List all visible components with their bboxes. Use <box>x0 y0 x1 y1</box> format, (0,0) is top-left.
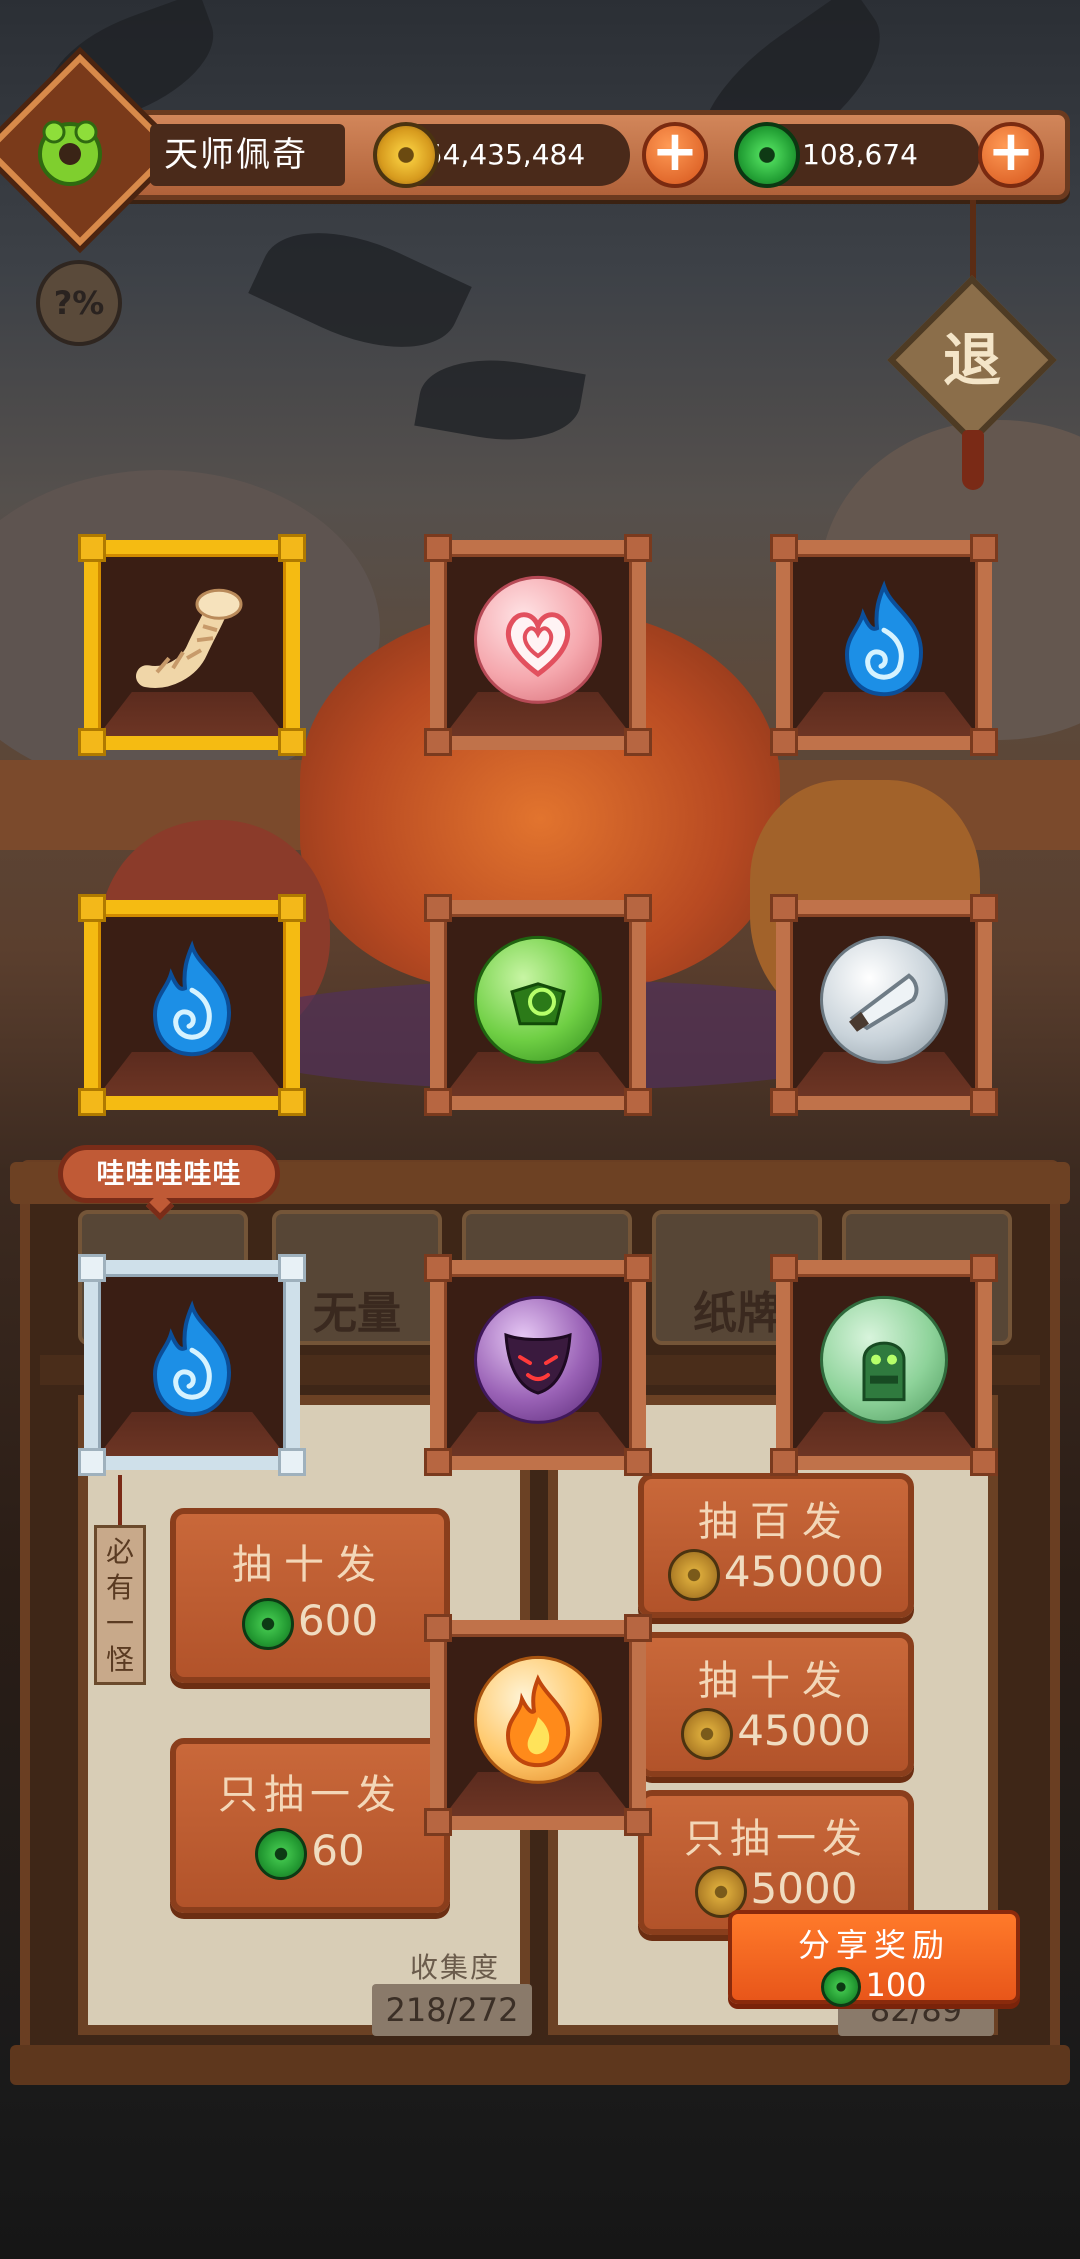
jade-coin-icon <box>821 1967 862 2007</box>
player-name: 天师佩奇 <box>150 124 345 186</box>
gold-draw-ten-price: 45000 <box>737 1706 871 1755</box>
gold-draw-ten-price-row: 45000 <box>644 1706 908 1760</box>
gold-draw-hundred-label: 抽百发 <box>698 1499 854 1545</box>
jade-draw-one-price: 60 <box>311 1826 365 1875</box>
jade-draw-ten-button[interactable]: 抽十发 600 <box>170 1508 450 1683</box>
exit-tassel <box>962 430 984 490</box>
jade-coin-icon <box>734 122 800 188</box>
share-reward-button[interactable]: 分享奖励 100 <box>728 1910 1020 2007</box>
cabinet-bottom-beam <box>10 2045 1070 2085</box>
reward-slot[interactable] <box>78 894 306 1116</box>
reward-slot[interactable] <box>770 894 998 1116</box>
jade-draw-one-label: 只抽一发 <box>218 1772 402 1818</box>
reward-slot[interactable] <box>424 1254 652 1476</box>
reward-slot[interactable] <box>424 1614 652 1836</box>
add-jade-button[interactable]: + <box>978 122 1044 188</box>
reward-slot[interactable] <box>424 894 652 1116</box>
gold-draw-hundred-price: 450000 <box>723 1547 885 1596</box>
game-screen: { "header": { "player_name": "天师佩奇", "go… <box>0 0 1080 2259</box>
jade-amulet-icon <box>38 120 102 186</box>
gold-coin-icon <box>373 122 439 188</box>
reward-slot[interactable] <box>770 1254 998 1476</box>
gold-coin-icon <box>667 1548 720 1601</box>
jade-coin-icon <box>241 1597 294 1650</box>
reward-slot[interactable] <box>78 1254 306 1476</box>
fire-orb-icon <box>430 1620 646 1830</box>
leaf-decoration <box>414 346 586 454</box>
odds-info-button[interactable]: ?% <box>36 260 122 346</box>
purple-mask-orb-icon <box>430 1260 646 1470</box>
blue-flame-icon <box>84 1260 300 1470</box>
collection-label: 收集度 <box>409 1951 500 1984</box>
gold-draw-one-price: 5000 <box>750 1864 858 1913</box>
share-reward-label: 分享奖励 <box>797 1926 950 1964</box>
gold-draw-ten-button[interactable]: 抽十发 45000 <box>638 1632 914 1777</box>
jade-draw-one-button[interactable]: 只抽一发 60 <box>170 1738 450 1913</box>
exit-label[interactable]: 退 <box>912 318 1032 402</box>
jade-idol-orb-icon <box>776 1260 992 1470</box>
jade-draw-one-price-row: 60 <box>176 1826 444 1880</box>
reward-slot[interactable] <box>78 534 306 756</box>
share-reward-amount: 100 <box>865 1966 927 2004</box>
gold-coin-icon <box>681 1707 734 1760</box>
blue-flame-icon <box>776 540 992 750</box>
gold-draw-hundred-price-row: 450000 <box>644 1547 908 1601</box>
gold-draw-one-label: 只抽一发 <box>684 1816 868 1862</box>
speech-bubble: 哇哇哇哇哇 <box>58 1145 280 1203</box>
add-gold-button[interactable]: + <box>642 122 708 188</box>
tag-string <box>118 1475 122 1527</box>
heart-candy-orb-icon <box>430 540 646 750</box>
guarantee-tag: 必有一怪 <box>94 1525 146 1685</box>
jade-coin-icon <box>255 1827 308 1880</box>
silver-blade-orb-icon <box>776 900 992 1110</box>
gold-draw-hundred-button[interactable]: 抽百发 450000 <box>638 1473 914 1618</box>
collection-count-jade: 218/272 <box>372 1984 532 2036</box>
bandaged-bone-icon <box>84 540 300 750</box>
share-reward-amount-row: 100 <box>732 1966 1016 2007</box>
jade-draw-ten-label: 抽十发 <box>232 1542 388 1588</box>
green-jade-orb-icon <box>430 900 646 1110</box>
jade-draw-ten-price: 600 <box>297 1596 379 1645</box>
reward-slot[interactable] <box>424 534 652 756</box>
gold-draw-ten-label: 抽十发 <box>698 1658 854 1704</box>
blue-flame-icon <box>84 900 300 1110</box>
reward-slot[interactable] <box>770 534 998 756</box>
leaf-decoration <box>248 202 472 378</box>
jade-draw-ten-price-row: 600 <box>176 1596 444 1650</box>
